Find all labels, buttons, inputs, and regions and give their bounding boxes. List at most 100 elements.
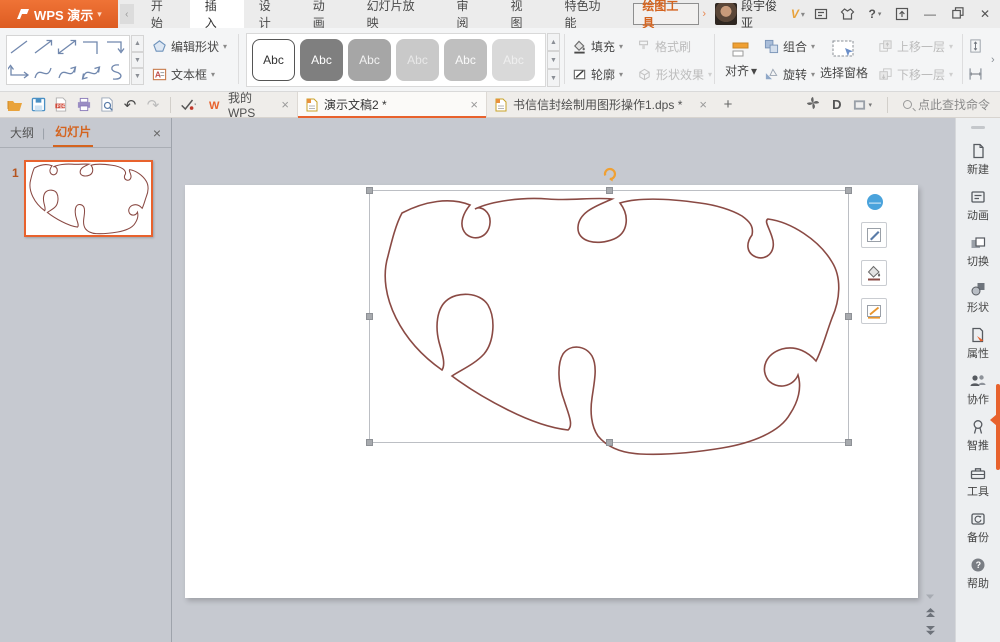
sidebar-item-new[interactable]: 新建 [967, 143, 989, 177]
distribute-horizontal-button[interactable] [968, 64, 983, 84]
command-search[interactable]: 点此查找命令 [903, 96, 990, 113]
pinwheel-icon[interactable] [806, 96, 820, 113]
format-painter-button[interactable]: 格式刷 [637, 36, 691, 56]
gallery-scroll-down[interactable]: ▼ [131, 52, 144, 69]
shape-style-6[interactable]: Abc [492, 39, 535, 81]
menu-tab-review[interactable]: 审阅 [442, 0, 496, 28]
distribute-vertical-button[interactable] [968, 36, 983, 56]
menu-tab-insert[interactable]: 插入 [190, 0, 244, 28]
print-preview-icon[interactable] [98, 96, 116, 114]
style-more[interactable]: ▼ [547, 69, 560, 87]
app-logo[interactable]: WPS 演示 ▾ [0, 0, 118, 28]
collapse-ribbon-icon[interactable] [894, 6, 910, 22]
close-icon[interactable]: × [153, 125, 161, 141]
send-backward-button[interactable]: 下移一层▾ [878, 64, 953, 84]
new-tab-button[interactable]: + [715, 92, 741, 117]
restore-button[interactable] [952, 7, 964, 22]
outline-tab[interactable]: 大纲 [10, 124, 34, 141]
rotate-button[interactable]: 旋转▾ [764, 64, 815, 84]
gallery-more[interactable]: ▼ [131, 68, 144, 85]
help-icon[interactable]: ? ▾ [867, 6, 883, 22]
next-slide-icon[interactable] [925, 625, 936, 636]
resize-handle-sw[interactable] [366, 439, 373, 446]
slide-thumbnail[interactable] [24, 160, 153, 237]
menu-tab-slideshow[interactable]: 幻灯片放映 [352, 0, 442, 28]
shape-selection-box[interactable] [369, 190, 849, 443]
doc-tab-my-wps[interactable]: W 我的WPS × [201, 92, 297, 117]
redo-icon[interactable]: ↷ [144, 96, 162, 114]
skin-icon[interactable] [840, 6, 856, 22]
resize-handle-nw[interactable] [366, 187, 373, 194]
shape-style-5[interactable]: Abc [444, 39, 487, 81]
sidebar-item-animation[interactable]: 动画 [967, 189, 989, 223]
print-icon[interactable] [75, 96, 93, 114]
sidebar-grip[interactable] [971, 126, 985, 129]
context-tab-drawing-tools[interactable]: 绘图工具 [633, 3, 699, 25]
menu-tab-design[interactable]: 设计 [244, 0, 298, 28]
close-button[interactable]: ✕ [980, 7, 990, 21]
group-button[interactable]: 组合▾ [764, 36, 815, 56]
align-button[interactable]: 对齐▾ [722, 32, 760, 88]
close-icon[interactable]: × [699, 97, 707, 112]
avatar[interactable] [715, 3, 737, 25]
previous-slide-icon[interactable] [925, 607, 936, 618]
user-name[interactable]: 段宇俊亚 [741, 0, 789, 28]
sidebar-item-help[interactable]: ? 帮助 [967, 557, 989, 591]
outline-color-quick-button[interactable] [861, 298, 887, 324]
gallery-scroll-up[interactable]: ▲ [131, 35, 144, 52]
menu-tab-home[interactable]: 开始 [136, 0, 190, 28]
workspace-switch-icon[interactable]: ▾ [853, 99, 872, 111]
message-icon[interactable] [813, 6, 829, 22]
sidebar-item-properties[interactable]: 属性 [967, 327, 989, 361]
docer-icon[interactable]: D [832, 97, 841, 112]
menu-tab-special-features[interactable]: 特色功能 [549, 0, 627, 28]
rotation-handle[interactable] [602, 166, 618, 182]
sidebar-item-collaborate[interactable]: 协作 [967, 373, 989, 407]
slide-canvas-area[interactable]: — [173, 118, 955, 642]
save-icon[interactable] [29, 96, 47, 114]
resize-handle-w[interactable] [366, 313, 373, 320]
customize-toolbar-icon[interactable] [179, 96, 197, 114]
resize-handle-n[interactable] [606, 187, 613, 194]
edit-shape-button[interactable]: 编辑形状▾ [152, 36, 227, 56]
resize-handle-se[interactable] [845, 439, 852, 446]
doc-tab-letter-envelope-dps[interactable]: 书信信封绘制用图形操作1.dps * × [487, 92, 715, 117]
menu-tab-animation[interactable]: 动画 [298, 0, 352, 28]
chevron-down-icon[interactable]: ▾ [97, 9, 102, 20]
fill-color-quick-button[interactable] [861, 260, 887, 286]
doc-tab-presentation2[interactable]: 演示文稿2 * × [297, 92, 487, 117]
style-scroll-down[interactable]: ▼ [547, 51, 560, 69]
shape-style-quick-button[interactable] [861, 222, 887, 248]
shape-style-3[interactable]: Abc [348, 39, 391, 81]
menu-back-chevron[interactable]: ‹ [120, 4, 134, 24]
sidebar-expand-arrow[interactable] [990, 414, 997, 426]
bring-forward-button[interactable]: 上移一层▾ [878, 36, 953, 56]
open-folder-icon[interactable] [6, 96, 24, 114]
style-scroll-up[interactable]: ▲ [547, 33, 560, 51]
close-icon[interactable]: × [470, 97, 478, 112]
selection-pane-button[interactable]: 选择窗格 [818, 32, 870, 88]
slides-tab[interactable]: 幻灯片 [53, 118, 93, 147]
sidebar-item-backup[interactable]: 备份 [967, 511, 989, 545]
sidebar-item-smart-recommend[interactable]: 智推 [967, 419, 989, 453]
export-pdf-icon[interactable]: PDF [52, 96, 70, 114]
chevron-down-icon[interactable]: ▾ [801, 0, 805, 28]
fill-button[interactable]: 填充▾ [572, 36, 623, 56]
line-shape-gallery[interactable] [6, 35, 130, 85]
sidebar-item-tools[interactable]: 工具 [967, 465, 989, 499]
sidebar-scrollbar-thumb[interactable] [996, 384, 1000, 470]
sidebar-item-transition[interactable]: 切换 [967, 235, 989, 269]
freehand-scribble-shape[interactable] [370, 191, 850, 459]
resize-handle-e[interactable] [845, 313, 852, 320]
collapse-format-bar-button[interactable]: — [867, 194, 883, 210]
undo-icon[interactable]: ↶ [121, 96, 139, 114]
close-icon[interactable]: × [281, 97, 289, 112]
shape-style-2[interactable]: Abc [300, 39, 343, 81]
scroll-down-icon[interactable] [925, 593, 935, 600]
shape-effects-button[interactable]: 形状效果▾ [637, 64, 712, 84]
sidebar-item-shapes[interactable]: 形状 [967, 281, 989, 315]
outline-button[interactable]: 轮廓▾ [572, 64, 623, 84]
minimize-button[interactable]: — [924, 7, 936, 21]
shape-style-1[interactable]: Abc [252, 39, 295, 81]
menu-tab-view[interactable]: 视图 [495, 0, 549, 28]
